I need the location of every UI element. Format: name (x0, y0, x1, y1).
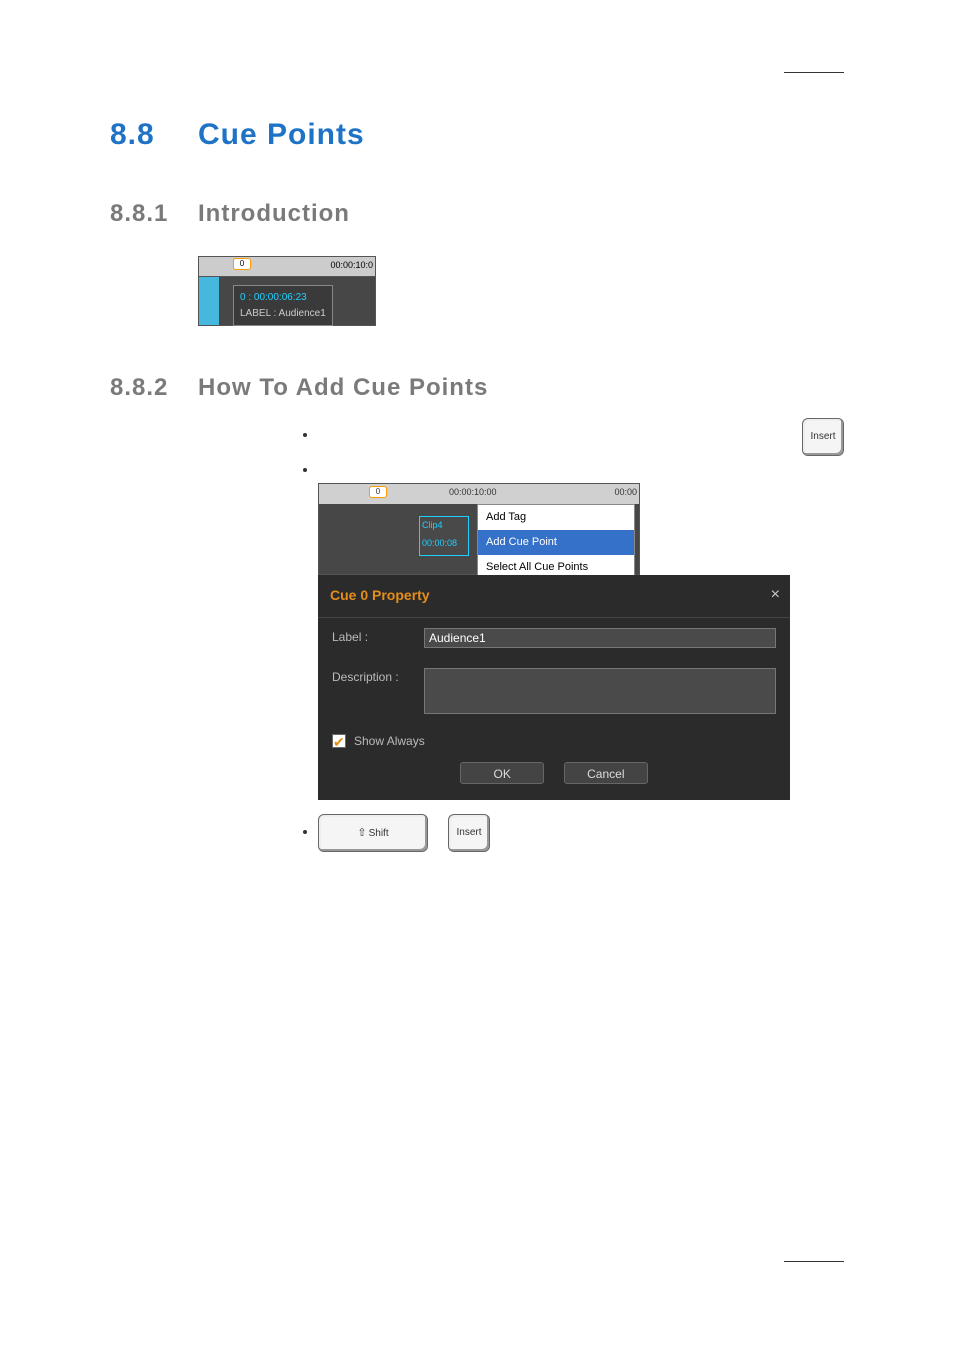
close-icon[interactable]: × (771, 583, 780, 608)
screenshot-timeline-tooltip: 0 00:00:10:0 0 : 00:00:06:23 LABEL : Aud… (198, 256, 376, 326)
bullet-list: 0 00:00:10:00 00:00 Clip4 00:00:08 Add T… (318, 424, 844, 801)
bullet-text-placeholder (318, 426, 322, 442)
key-combo-row: ⇧Shift Insert (318, 814, 844, 852)
dialog-title: Cue 0 Property (318, 575, 790, 618)
bullet-item: ⇧Shift Insert (318, 814, 844, 852)
heading-title: Cue Points (198, 118, 365, 151)
label-label: Label : (332, 628, 414, 647)
insert-key: Insert (448, 814, 490, 852)
label-row: Label : (318, 618, 790, 658)
description-input[interactable] (424, 668, 776, 714)
cancel-button[interactable]: Cancel (564, 762, 648, 784)
bullet-item: 0 00:00:10:00 00:00 Clip4 00:00:08 Add T… (318, 459, 844, 800)
bullet-item (318, 424, 844, 446)
show-always-label: Show Always (354, 732, 425, 751)
menu-item-add-tag[interactable]: Add Tag (478, 505, 634, 530)
bullet-text-placeholder (318, 461, 322, 477)
bullet-list-2: ⇧Shift Insert (318, 814, 844, 852)
heading-8-8: 8.8Cue Points (110, 118, 844, 152)
description-row: Description : (318, 658, 790, 724)
clip-name: Clip4 (420, 517, 468, 535)
subheading-number: 8.8.1 (110, 200, 198, 228)
cue-property-dialog: Cue 0 Property × Label : Description : S… (318, 575, 790, 800)
heading-8-8-2: 8.8.2How To Add Cue Points (110, 374, 844, 402)
cue-marker: 0 (233, 258, 251, 270)
cue-tooltip: 0 : 00:00:06:23 LABEL : Audience1 (233, 285, 333, 326)
insert-key: Insert (802, 418, 844, 456)
clip-time: 00:00:08 (420, 535, 468, 553)
footer-rule (784, 1261, 844, 1262)
intro-body: 0 00:00:10:0 0 : 00:00:06:23 LABEL : Aud… (198, 250, 844, 332)
label-input[interactable] (424, 628, 776, 648)
subheading-number: 8.8.2 (110, 374, 198, 402)
timeline-ruler: 0 00:00:10:00 00:00 (319, 484, 639, 504)
clip-segment (199, 277, 219, 325)
shift-key: ⇧Shift (318, 814, 428, 852)
heading-number: 8.8 (110, 118, 198, 152)
clip-strip: 0 : 00:00:06:23 LABEL : Audience1 (199, 277, 375, 325)
cue-marker: 0 (369, 486, 387, 498)
shift-arrow-icon: ⇧ (357, 827, 366, 839)
subheading-title: How To Add Cue Points (198, 374, 488, 401)
show-always-checkbox[interactable] (332, 734, 346, 748)
ruler-timecode: 00:00 (614, 486, 637, 500)
header-rule (784, 72, 844, 73)
shift-key-label: Shift (369, 828, 389, 839)
ruler-timecode: 00:00:10:00 (449, 486, 497, 500)
context-menu: Add Tag Add Cue Point Select All Cue Poi… (477, 504, 635, 581)
subheading-title: Introduction (198, 200, 350, 227)
tooltip-line1: 0 : 00:00:06:23 (240, 290, 326, 306)
heading-8-8-1: 8.8.1Introduction (110, 200, 844, 228)
menu-item-add-cue-point[interactable]: Add Cue Point (478, 530, 634, 555)
screenshot-context-menu: 0 00:00:10:00 00:00 Clip4 00:00:08 Add T… (318, 483, 640, 575)
document-page: 8.8Cue Points 8.8.1Introduction 0 00:00:… (0, 0, 954, 1350)
tooltip-line2: LABEL : Audience1 (240, 306, 326, 322)
ok-button[interactable]: OK (460, 762, 544, 784)
ruler-timecode: 00:00:10:0 (330, 259, 373, 273)
description-label: Description : (332, 668, 414, 687)
howto-body: Insert 0 00:00:10:00 00:00 Clip4 00:00:0… (198, 424, 844, 853)
show-always-row: Show Always (318, 724, 790, 755)
clip-rest: 0 : 00:00:06:23 LABEL : Audience1 (219, 277, 375, 325)
clip-block: Clip4 00:00:08 (419, 516, 469, 556)
timeline-ruler: 0 00:00:10:0 (199, 257, 375, 277)
dialog-button-row: OK Cancel (318, 754, 790, 800)
